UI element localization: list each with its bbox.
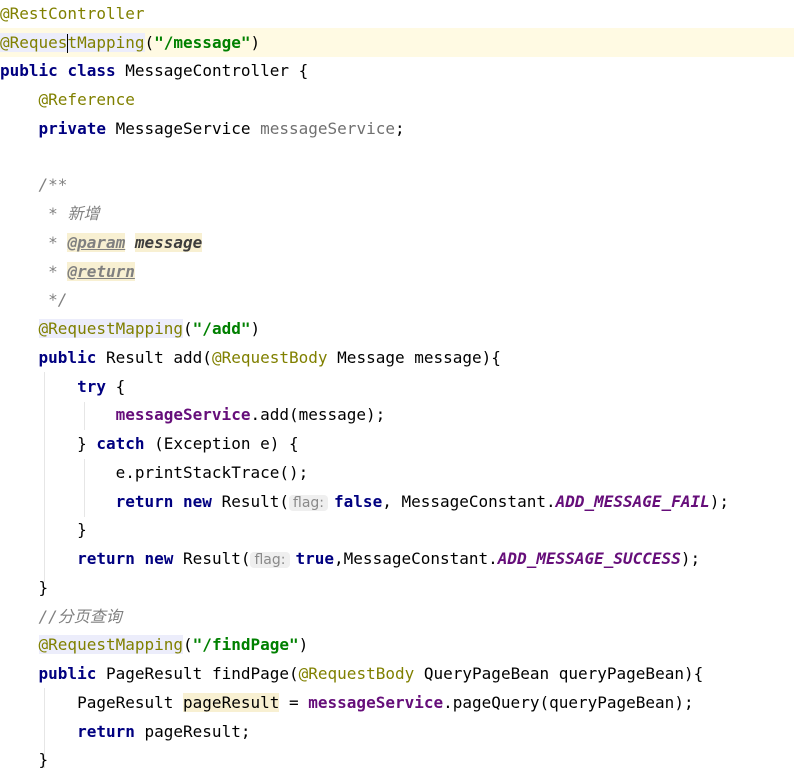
constant: ADD_MESSAGE_SUCCESS: [497, 549, 681, 568]
parameter-hint: flag:: [289, 495, 329, 511]
code-line[interactable]: }: [0, 573, 794, 602]
code-line[interactable]: public class MessageController {: [0, 56, 794, 85]
code-line[interactable]: } catch (Exception e) {: [0, 429, 794, 458]
code-editor[interactable]: @RestController @RequestMapping("/messag…: [0, 0, 794, 780]
parameter-hint: flag:: [250, 552, 290, 568]
javadoc-tag: @param: [67, 233, 126, 252]
annotation: @RestController: [0, 4, 145, 23]
string-literal: "/findPage": [192, 635, 299, 654]
method-name: add(: [173, 348, 212, 367]
field-name: messageService: [308, 693, 444, 712]
code-line[interactable]: /**: [0, 170, 794, 199]
code-line[interactable]: public PageResult findPage(@RequestBody …: [0, 659, 794, 688]
code-line[interactable]: //分页查询: [0, 602, 794, 631]
javadoc-param-name: message: [134, 233, 203, 252]
code-line[interactable]: PageResult pageResult = messageService.p…: [0, 688, 794, 717]
method-name: findPage(: [211, 664, 299, 683]
string-literal: "/add": [192, 319, 251, 338]
code-line[interactable]: messageService.add(message);: [0, 400, 794, 429]
code-line-current[interactable]: @RequestMapping("/message"): [0, 28, 794, 57]
annotation: @RequestBody: [298, 664, 415, 683]
code-line[interactable]: }: [0, 515, 794, 544]
annotation: @RequestMapping: [38, 635, 184, 654]
code-line[interactable]: try {: [0, 372, 794, 401]
line-comment: //分页查询: [38, 607, 122, 626]
code-line[interactable]: @RequestMapping("/add"): [0, 314, 794, 343]
code-line[interactable]: e.printStackTrace();: [0, 458, 794, 487]
code-line[interactable]: public Result add(@RequestBody Message m…: [0, 343, 794, 372]
code-line[interactable]: @RestController: [0, 0, 794, 28]
annotation: @RequestMapping: [38, 319, 184, 338]
javadoc-tag: @return: [67, 262, 135, 281]
code-line[interactable]: }: [0, 745, 794, 774]
code-line[interactable]: private MessageService messageService;: [0, 114, 794, 143]
variable-highlight: pageResult: [183, 693, 280, 712]
code-line[interactable]: @Reference: [0, 85, 794, 114]
code-line[interactable]: * @param message: [0, 228, 794, 257]
code-line[interactable]: return pageResult;: [0, 717, 794, 746]
code-line[interactable]: return new Result(flag: false, MessageCon…: [0, 487, 794, 516]
code-line[interactable]: return new Result(flag: true,MessageConst…: [0, 544, 794, 573]
code-line[interactable]: [0, 142, 794, 171]
code-line[interactable]: @RequestMapping("/findPage"): [0, 630, 794, 659]
field-name: messageService: [115, 405, 251, 424]
annotation: @RequestMapping: [0, 33, 145, 53]
field-name: messageService: [260, 119, 395, 138]
string-literal: "/message": [154, 33, 251, 52]
code-line[interactable]: * 新增: [0, 199, 794, 228]
code-line[interactable]: */: [0, 285, 794, 314]
annotation: @Reference: [38, 90, 135, 109]
code-line[interactable]: * @return: [0, 257, 794, 286]
class-name: MessageController {: [125, 61, 309, 80]
constant: ADD_MESSAGE_FAIL: [555, 492, 710, 511]
annotation: @RequestBody: [211, 348, 328, 367]
